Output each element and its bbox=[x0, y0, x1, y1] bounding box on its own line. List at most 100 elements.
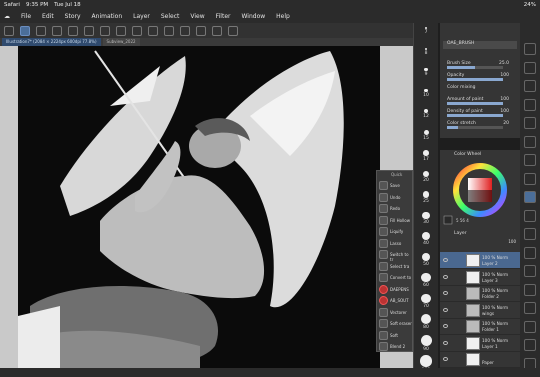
eye-icon[interactable] bbox=[443, 340, 448, 345]
opacity-slider[interactable]: Opacity 100 bbox=[443, 73, 517, 83]
eye-icon[interactable] bbox=[443, 258, 448, 262]
brush-size-option[interactable]: 60 bbox=[416, 273, 436, 288]
gradient-icon[interactable] bbox=[524, 265, 536, 277]
menu-animation[interactable]: Animation bbox=[92, 13, 123, 20]
brush-size-option[interactable]: 8 bbox=[416, 47, 436, 56]
brush-size-option[interactable]: 80 bbox=[416, 314, 436, 330]
share-icon[interactable] bbox=[228, 25, 238, 36]
crop-icon[interactable] bbox=[196, 25, 206, 36]
menu-toggle-icon[interactable] bbox=[4, 25, 14, 36]
brush-tool-icon[interactable] bbox=[20, 25, 30, 36]
menu-file[interactable]: File bbox=[21, 13, 31, 20]
slider-track[interactable] bbox=[447, 102, 503, 105]
menu-window[interactable]: Window bbox=[241, 13, 265, 20]
brush-size-option[interactable]: 12 bbox=[416, 109, 436, 119]
quick-access-item-icon bbox=[379, 204, 388, 213]
slider-track[interactable] bbox=[447, 114, 503, 117]
brush-size-option[interactable]: 20 bbox=[416, 170, 436, 183]
brush-size-option[interactable]: 70 bbox=[416, 293, 436, 309]
color-mixing-toggle[interactable]: Color mixing bbox=[443, 85, 517, 95]
brush-size-slider[interactable]: Brush Size 25.0 bbox=[443, 61, 517, 71]
eraser-icon[interactable] bbox=[524, 209, 536, 222]
shape-icon[interactable] bbox=[524, 283, 536, 296]
slider-track[interactable] bbox=[447, 66, 503, 69]
eye-icon[interactable] bbox=[443, 324, 448, 328]
deselect-icon[interactable] bbox=[164, 25, 174, 36]
brush-size-option[interactable]: 40 bbox=[416, 232, 436, 246]
pen-icon[interactable] bbox=[524, 172, 536, 185]
fill-icon[interactable] bbox=[148, 25, 158, 36]
redo-icon[interactable] bbox=[100, 25, 110, 36]
menu-edit[interactable]: Edit bbox=[42, 13, 54, 20]
app-logo-icon[interactable]: ☁ bbox=[4, 13, 10, 20]
slider-track[interactable] bbox=[447, 126, 503, 129]
brush-size-dot-icon bbox=[422, 191, 430, 198]
quick-access-item[interactable]: Blend 2 bbox=[379, 340, 412, 354]
transform-icon[interactable] bbox=[132, 25, 142, 36]
menu-help[interactable]: Help bbox=[276, 13, 290, 20]
new-file-icon[interactable] bbox=[36, 25, 46, 36]
brush-size-dot-icon bbox=[422, 211, 430, 219]
menu-select[interactable]: Select bbox=[161, 13, 180, 20]
operation-icon[interactable] bbox=[524, 117, 536, 129]
brush-size-option[interactable]: 15 bbox=[416, 129, 436, 141]
save-icon[interactable] bbox=[68, 25, 78, 36]
ruler-icon[interactable] bbox=[524, 339, 536, 351]
eye-icon[interactable] bbox=[443, 357, 448, 361]
drawing-canvas[interactable] bbox=[0, 46, 413, 368]
brush-size-option[interactable]: 7 bbox=[416, 27, 436, 35]
sub-tool-name[interactable]: OAE_BRUSH bbox=[443, 41, 517, 49]
amount-of-paint-slider[interactable]: Amount of paint 100 bbox=[443, 97, 517, 107]
brush-size-option[interactable]: 25 bbox=[416, 191, 436, 204]
invert-selection-icon[interactable] bbox=[180, 25, 190, 36]
move-icon[interactable] bbox=[524, 61, 536, 74]
layer-opacity-mode: 100 % Norm bbox=[482, 255, 509, 260]
back-app-label[interactable]: Safari bbox=[4, 2, 20, 8]
text-icon[interactable] bbox=[524, 302, 536, 314]
zoom-icon[interactable] bbox=[524, 43, 536, 55]
layer-row[interactable]: 100 % Norm Folder 1 bbox=[440, 318, 520, 335]
tab-subview[interactable]: Subview_2022 bbox=[102, 38, 140, 46]
brush-size-option[interactable]: 10 bbox=[416, 88, 436, 98]
fill-icon[interactable] bbox=[524, 246, 536, 259]
layer-row[interactable]: 100 % Norm Layer 1 bbox=[440, 335, 520, 352]
rotate-icon[interactable] bbox=[524, 98, 536, 111]
hand-icon[interactable] bbox=[524, 80, 536, 92]
layer-panel: Layer 100 100 % Norm Layer 2 100 % Norm Lay… bbox=[440, 230, 520, 368]
color-wheel[interactable] bbox=[440, 158, 520, 230]
undo-icon[interactable] bbox=[84, 25, 94, 36]
brush-size-option[interactable]: 17 bbox=[416, 150, 436, 162]
eye-icon[interactable] bbox=[443, 307, 448, 312]
layer-row[interactable]: 100 % Norm Layer 3 bbox=[440, 269, 520, 286]
color-stretch-slider[interactable]: Color stretch 20 bbox=[443, 121, 517, 131]
open-file-icon[interactable] bbox=[52, 25, 62, 36]
layer-row[interactable]: 100 % Norm wings bbox=[440, 302, 520, 319]
slider-track[interactable] bbox=[447, 78, 503, 81]
menu-view[interactable]: View bbox=[190, 13, 204, 20]
layer-row[interactable]: Paper bbox=[440, 351, 520, 368]
lasso-icon[interactable] bbox=[524, 135, 536, 148]
brush-size-option[interactable]: 9 bbox=[416, 68, 436, 77]
blend-icon[interactable] bbox=[524, 228, 536, 240]
clear-icon[interactable] bbox=[116, 25, 126, 36]
layer-row[interactable]: 100 % Norm Folder 2 bbox=[440, 285, 520, 302]
brush-size-label: 20 bbox=[423, 177, 429, 183]
tab-illustration[interactable]: Illustration7* (2084 × 2224px 600dpi 77.… bbox=[2, 38, 101, 46]
brush-size-option[interactable]: 30 bbox=[416, 211, 436, 225]
balloon-icon[interactable] bbox=[524, 320, 536, 333]
layer-opacity[interactable]: 100 bbox=[508, 239, 516, 244]
settings-icon[interactable] bbox=[212, 25, 222, 36]
menu-layer[interactable]: Layer bbox=[133, 13, 150, 20]
eye-icon[interactable] bbox=[443, 274, 448, 279]
density-of-paint-slider[interactable]: Density of paint 100 bbox=[443, 109, 517, 119]
quick-access-item-icon bbox=[379, 330, 388, 340]
menu-story[interactable]: Story bbox=[65, 13, 81, 20]
menu-filter[interactable]: Filter bbox=[216, 13, 231, 20]
brush-size-option[interactable]: 50 bbox=[416, 252, 436, 267]
brush-icon[interactable] bbox=[524, 191, 536, 203]
brush-size-dot-icon bbox=[421, 252, 431, 262]
eyedropper-icon[interactable] bbox=[524, 154, 536, 166]
layer-row[interactable]: 100 % Norm Layer 2 bbox=[440, 252, 520, 269]
brush-size-option[interactable]: 90 bbox=[416, 334, 436, 352]
eye-icon[interactable] bbox=[443, 291, 448, 295]
